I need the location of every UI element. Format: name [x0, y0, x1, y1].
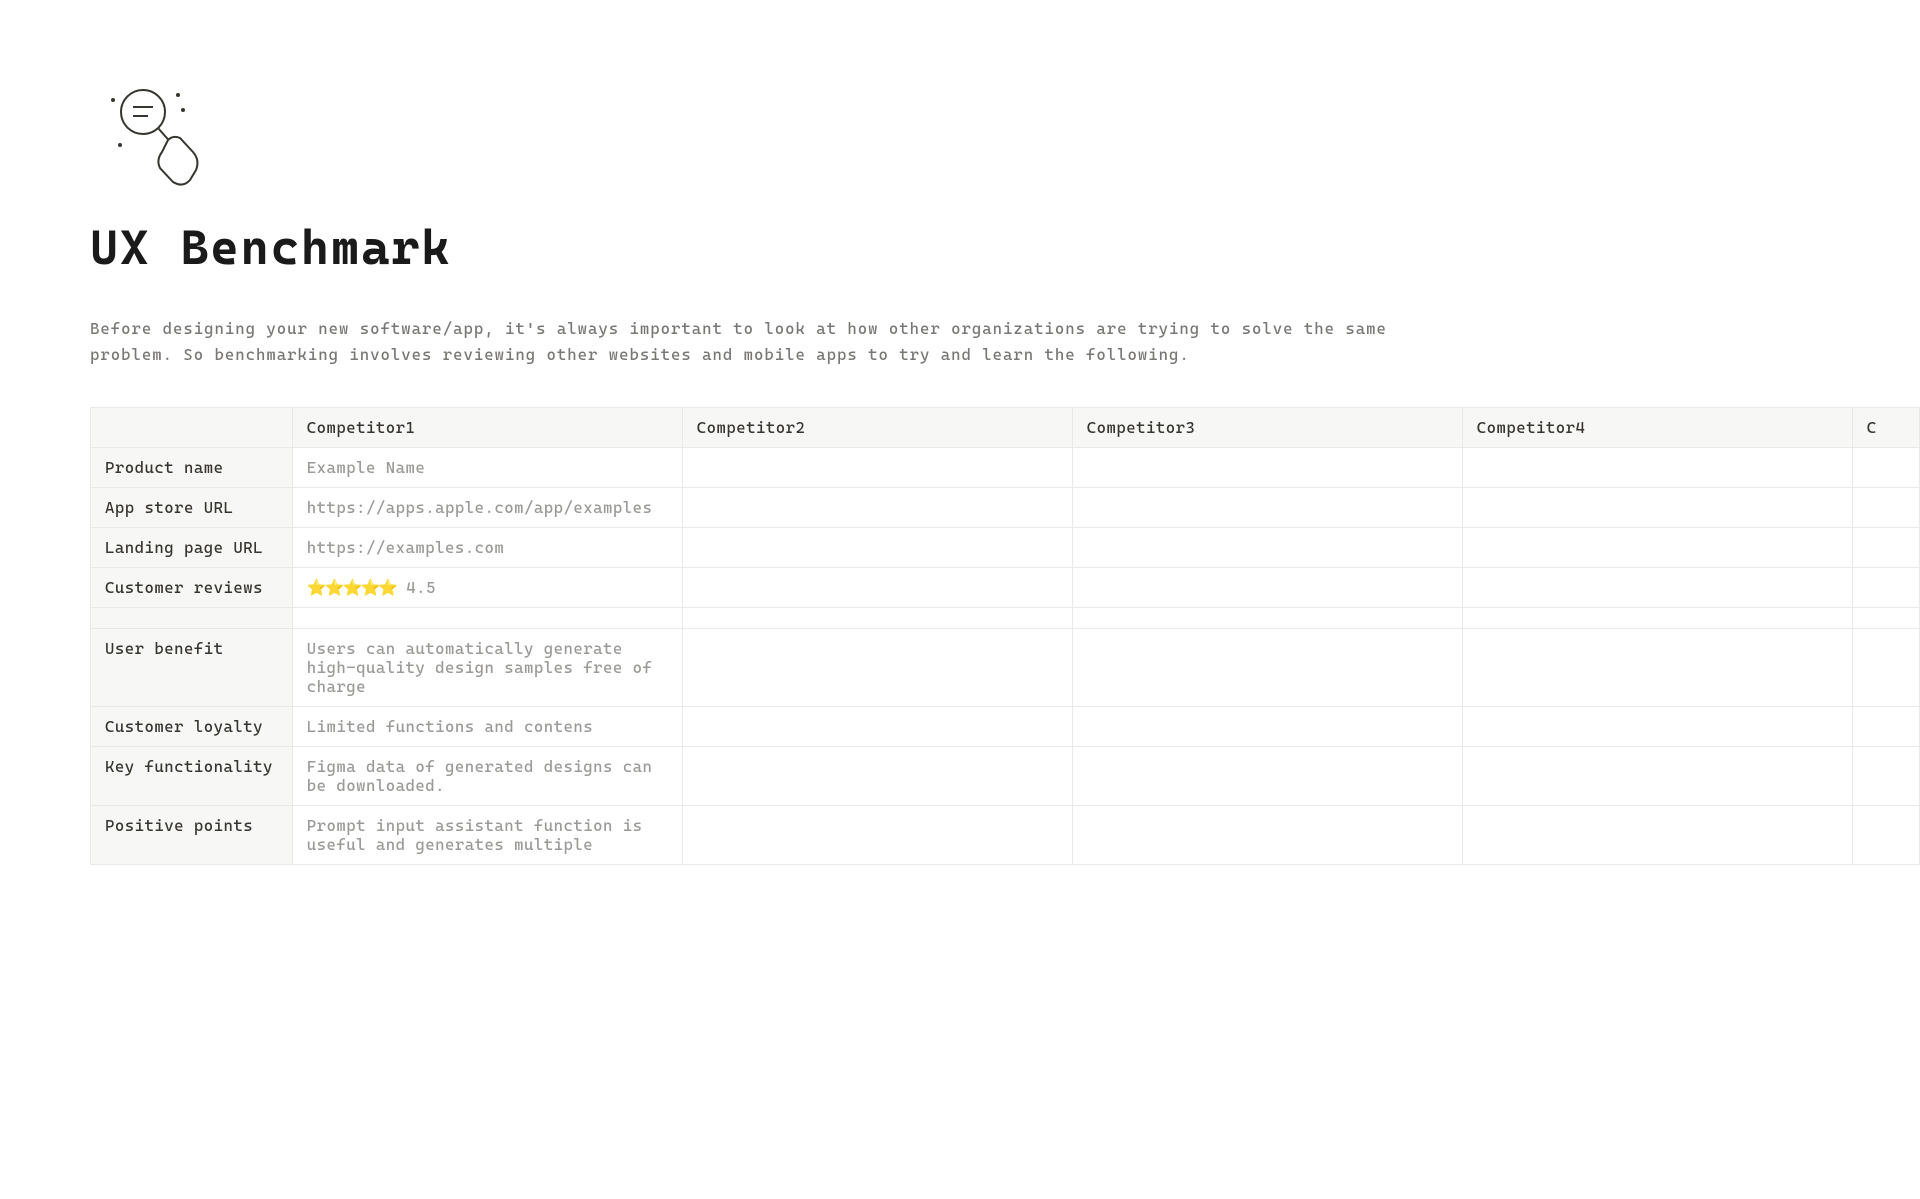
cell-landing-page-url-c5[interactable] — [1852, 528, 1919, 568]
page-description: Before designing your new software/app, … — [90, 316, 1390, 367]
cell-blank-c5[interactable] — [1852, 608, 1919, 629]
table-row — [91, 608, 1920, 629]
row-label-positive-points[interactable]: Positive points — [91, 806, 293, 865]
benchmark-table-wrapper: Competitor1 Competitor2 Competitor3 Comp… — [90, 407, 1920, 865]
cell-customer-loyalty-c4[interactable] — [1462, 707, 1852, 747]
cell-app-store-url-c4[interactable] — [1462, 488, 1852, 528]
header-competitor3[interactable]: Competitor3 — [1072, 408, 1462, 448]
cell-landing-page-url-c2[interactable] — [682, 528, 1072, 568]
cell-blank-c1[interactable] — [292, 608, 682, 629]
cell-landing-page-url-c4[interactable] — [1462, 528, 1852, 568]
cell-positive-points-c4[interactable] — [1462, 806, 1852, 865]
cell-app-store-url-c3[interactable] — [1072, 488, 1462, 528]
cell-blank-c3[interactable] — [1072, 608, 1462, 629]
cell-user-benefit-c3[interactable] — [1072, 629, 1462, 707]
cell-customer-loyalty-c1[interactable]: Limited functions and contens — [292, 707, 682, 747]
row-label-customer-reviews[interactable]: Customer reviews — [91, 568, 293, 608]
cell-app-store-url-c2[interactable] — [682, 488, 1072, 528]
cell-key-functionality-c5[interactable] — [1852, 747, 1919, 806]
cell-customer-reviews-c5[interactable] — [1852, 568, 1919, 608]
cell-blank-c2[interactable] — [682, 608, 1072, 629]
cell-key-functionality-c1[interactable]: Figma data of generated designs can be d… — [292, 747, 682, 806]
cell-customer-reviews-c1[interactable]: ⭐⭐⭐⭐⭐ 4.5 — [292, 568, 682, 608]
row-label-landing-page-url[interactable]: Landing page URL — [91, 528, 293, 568]
table-row: Product name Example Name — [91, 448, 1920, 488]
header-competitor2[interactable]: Competitor2 — [682, 408, 1072, 448]
table-row: Positive points Prompt input assistant f… — [91, 806, 1920, 865]
header-competitor5-partial[interactable]: C — [1852, 408, 1919, 448]
header-competitor4[interactable]: Competitor4 — [1462, 408, 1852, 448]
cell-product-name-c2[interactable] — [682, 448, 1072, 488]
cell-customer-loyalty-c2[interactable] — [682, 707, 1072, 747]
table-row: Customer loyalty Limited functions and c… — [91, 707, 1920, 747]
rating-value: 4.5 — [396, 578, 436, 597]
cell-product-name-c1[interactable]: Example Name — [292, 448, 682, 488]
table-row: Customer reviews ⭐⭐⭐⭐⭐ 4.5 — [91, 568, 1920, 608]
cell-product-name-c5[interactable] — [1852, 448, 1919, 488]
row-label-product-name[interactable]: Product name — [91, 448, 293, 488]
cell-customer-reviews-c2[interactable] — [682, 568, 1072, 608]
table-row: Landing page URL https://examples.com — [91, 528, 1920, 568]
cell-key-functionality-c2[interactable] — [682, 747, 1072, 806]
table-row: Key functionality Figma data of generate… — [91, 747, 1920, 806]
cell-customer-reviews-c3[interactable] — [1072, 568, 1462, 608]
cell-product-name-c3[interactable] — [1072, 448, 1462, 488]
cell-user-benefit-c4[interactable] — [1462, 629, 1852, 707]
header-competitor1[interactable]: Competitor1 — [292, 408, 682, 448]
header-blank[interactable] — [91, 408, 293, 448]
cell-user-benefit-c5[interactable] — [1852, 629, 1919, 707]
cell-positive-points-c3[interactable] — [1072, 806, 1462, 865]
cell-positive-points-c1[interactable]: Prompt input assistant function is usefu… — [292, 806, 682, 865]
cell-key-functionality-c3[interactable] — [1072, 747, 1462, 806]
table-row: User benefit Users can automatically gen… — [91, 629, 1920, 707]
table-header-row: Competitor1 Competitor2 Competitor3 Comp… — [91, 408, 1920, 448]
cell-positive-points-c5[interactable] — [1852, 806, 1919, 865]
cell-key-functionality-c4[interactable] — [1462, 747, 1852, 806]
cell-customer-reviews-c4[interactable] — [1462, 568, 1852, 608]
cell-landing-page-url-c1[interactable]: https://examples.com — [292, 528, 682, 568]
row-label-user-benefit[interactable]: User benefit — [91, 629, 293, 707]
cell-app-store-url-c1[interactable]: https://apps.apple.com/app/examples — [292, 488, 682, 528]
star-rating-icon: ⭐⭐⭐⭐⭐ — [307, 578, 397, 597]
cell-blank-c4[interactable] — [1462, 608, 1852, 629]
cell-customer-loyalty-c3[interactable] — [1072, 707, 1462, 747]
table-row: App store URL https://apps.apple.com/app… — [91, 488, 1920, 528]
benchmark-table: Competitor1 Competitor2 Competitor3 Comp… — [90, 407, 1920, 865]
cell-app-store-url-c5[interactable] — [1852, 488, 1919, 528]
row-label-key-functionality[interactable]: Key functionality — [91, 747, 293, 806]
row-label-blank[interactable] — [91, 608, 293, 629]
cell-landing-page-url-c3[interactable] — [1072, 528, 1462, 568]
cell-customer-loyalty-c5[interactable] — [1852, 707, 1919, 747]
page-title: UX Benchmark — [90, 220, 1830, 276]
cell-user-benefit-c2[interactable] — [682, 629, 1072, 707]
cell-user-benefit-c1[interactable]: Users can automatically generate high-qu… — [292, 629, 682, 707]
magnifying-glass-hand-icon — [98, 80, 218, 200]
row-label-customer-loyalty[interactable]: Customer loyalty — [91, 707, 293, 747]
row-label-app-store-url[interactable]: App store URL — [91, 488, 293, 528]
cell-product-name-c4[interactable] — [1462, 448, 1852, 488]
cell-positive-points-c2[interactable] — [682, 806, 1072, 865]
